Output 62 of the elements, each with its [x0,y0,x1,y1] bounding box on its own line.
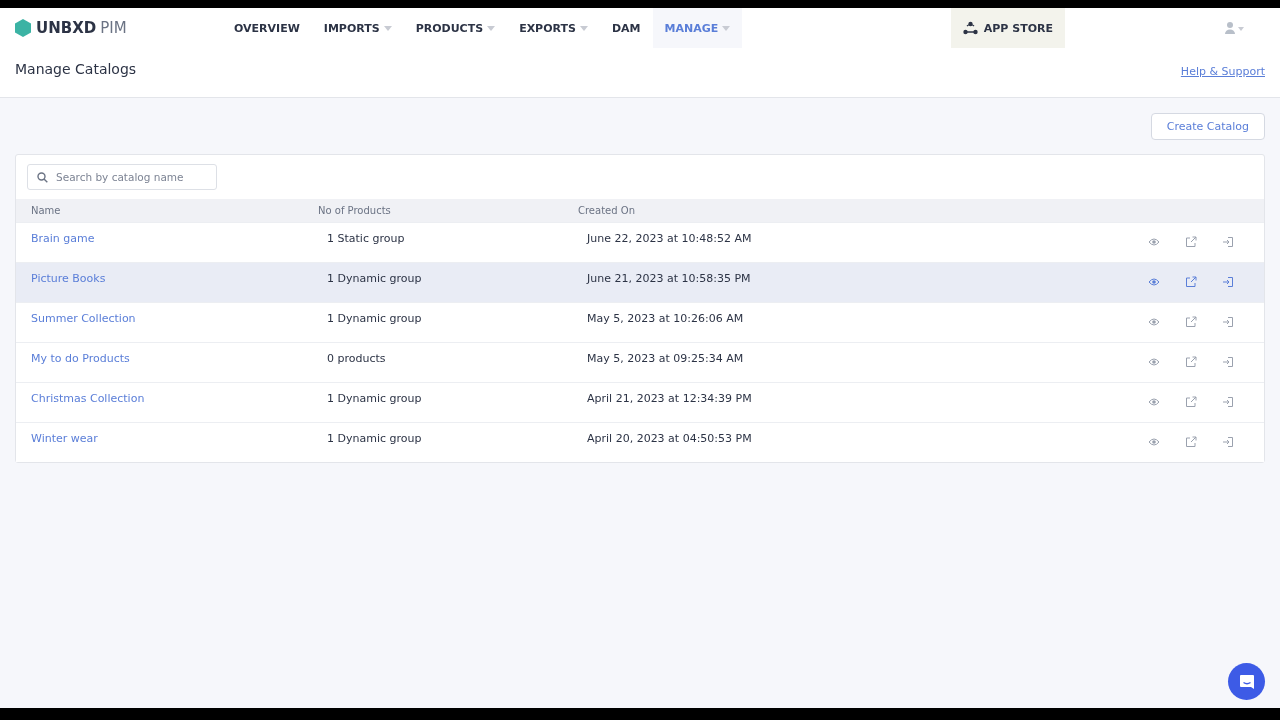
catalog-name-link[interactable]: Brain game [16,223,312,262]
catalog-name-link[interactable]: My to do Products [16,343,312,382]
connected-nodes-icon [962,21,978,35]
product-count-cell-text: 1 Dynamic group [326,271,423,287]
external-link-icon[interactable] [1185,276,1197,288]
caret-icon [722,25,731,31]
search-field[interactable]: Search by catalog name [27,164,217,190]
sign-in-icon[interactable] [1222,316,1234,328]
product-count-cell-text: 1 Static group [326,231,406,247]
nav-tab[interactable]: DAM [599,8,653,48]
external-link-icon[interactable] [1185,436,1197,448]
column-header: Created On [577,204,636,218]
sign-in-icon[interactable] [1222,276,1234,288]
created-date-cell-text: June 21, 2023 at 10:58:35 PM [585,271,752,287]
created-date-cell-text: May 5, 2023 at 10:26:06 AM [586,311,745,327]
table-row[interactable]: Winter wear 1 Dynamic group April 20, 2023 at 04:50:53 PM [16,422,1264,462]
sign-in-icon[interactable] [1222,436,1234,448]
caret-icon [579,25,588,31]
hexagon-logo-icon [15,19,31,37]
user-avatar-icon[interactable] [1225,22,1245,34]
eye-icon[interactable] [1148,396,1160,408]
table-row[interactable]: Picture Books 1 Dynamic group June 21, 2023 at 10:58:35 PM [16,262,1264,302]
external-link-icon[interactable] [1185,356,1197,368]
page-title: Manage Catalogs [15,61,137,77]
eye-icon[interactable] [1148,236,1160,248]
catalog-name-link[interactable]: Summer Collection [16,303,312,342]
product-count-cell-text: 1 Dynamic group [326,431,423,447]
created-date-cell-text: June 22, 2023 at 10:48:52 AM [585,231,753,247]
product-count-cell-text: 1 Dynamic group [326,391,423,407]
nav-tab[interactable]: OVERVIEW [222,8,312,48]
sign-in-icon[interactable] [1222,396,1234,408]
product-name: PIM [100,19,127,37]
product-count-cell-text: 1 Dynamic group [326,311,423,327]
chat-icon [1238,673,1255,690]
caret-icon [487,25,496,31]
product-count-cell-text: 0 products [326,351,387,367]
nav-tab[interactable]: IMPORTS [311,8,404,48]
created-date-cell-text: April 21, 2023 at 12:34:39 PM [586,391,753,407]
sign-in-icon[interactable] [1222,236,1234,248]
nav-tab[interactable]: PRODUCTS [403,8,508,48]
eye-icon[interactable] [1148,276,1160,288]
created-date-cell-text: May 5, 2023 at 09:25:34 AM [586,351,745,367]
brand-name: UNBXD [36,19,97,37]
caret-icon [383,25,392,31]
nav-tab[interactable]: MANAGE [652,8,743,48]
create-catalog-button[interactable]: Create Catalog [1150,113,1265,140]
catalog-name-link[interactable]: Christmas Collection [16,383,312,422]
column-header: Name [30,204,62,218]
eye-icon[interactable] [1148,356,1160,368]
external-link-icon[interactable] [1185,236,1197,248]
help-support-link[interactable]: Help & Support [1180,65,1265,78]
eye-icon[interactable] [1148,436,1160,448]
created-date-cell-text: April 20, 2023 at 04:50:53 PM [586,431,753,447]
eye-icon[interactable] [1148,316,1160,328]
sign-in-icon[interactable] [1222,356,1234,368]
external-link-icon[interactable] [1185,316,1197,328]
app-store-button[interactable]: APP STORE [950,8,1065,48]
nav-tab[interactable]: EXPORTS [507,8,600,48]
external-link-icon[interactable] [1185,396,1197,408]
chat-button[interactable] [1228,663,1265,700]
catalog-name-link[interactable]: Winter wear [16,423,312,462]
column-header: No of Products [317,204,392,218]
